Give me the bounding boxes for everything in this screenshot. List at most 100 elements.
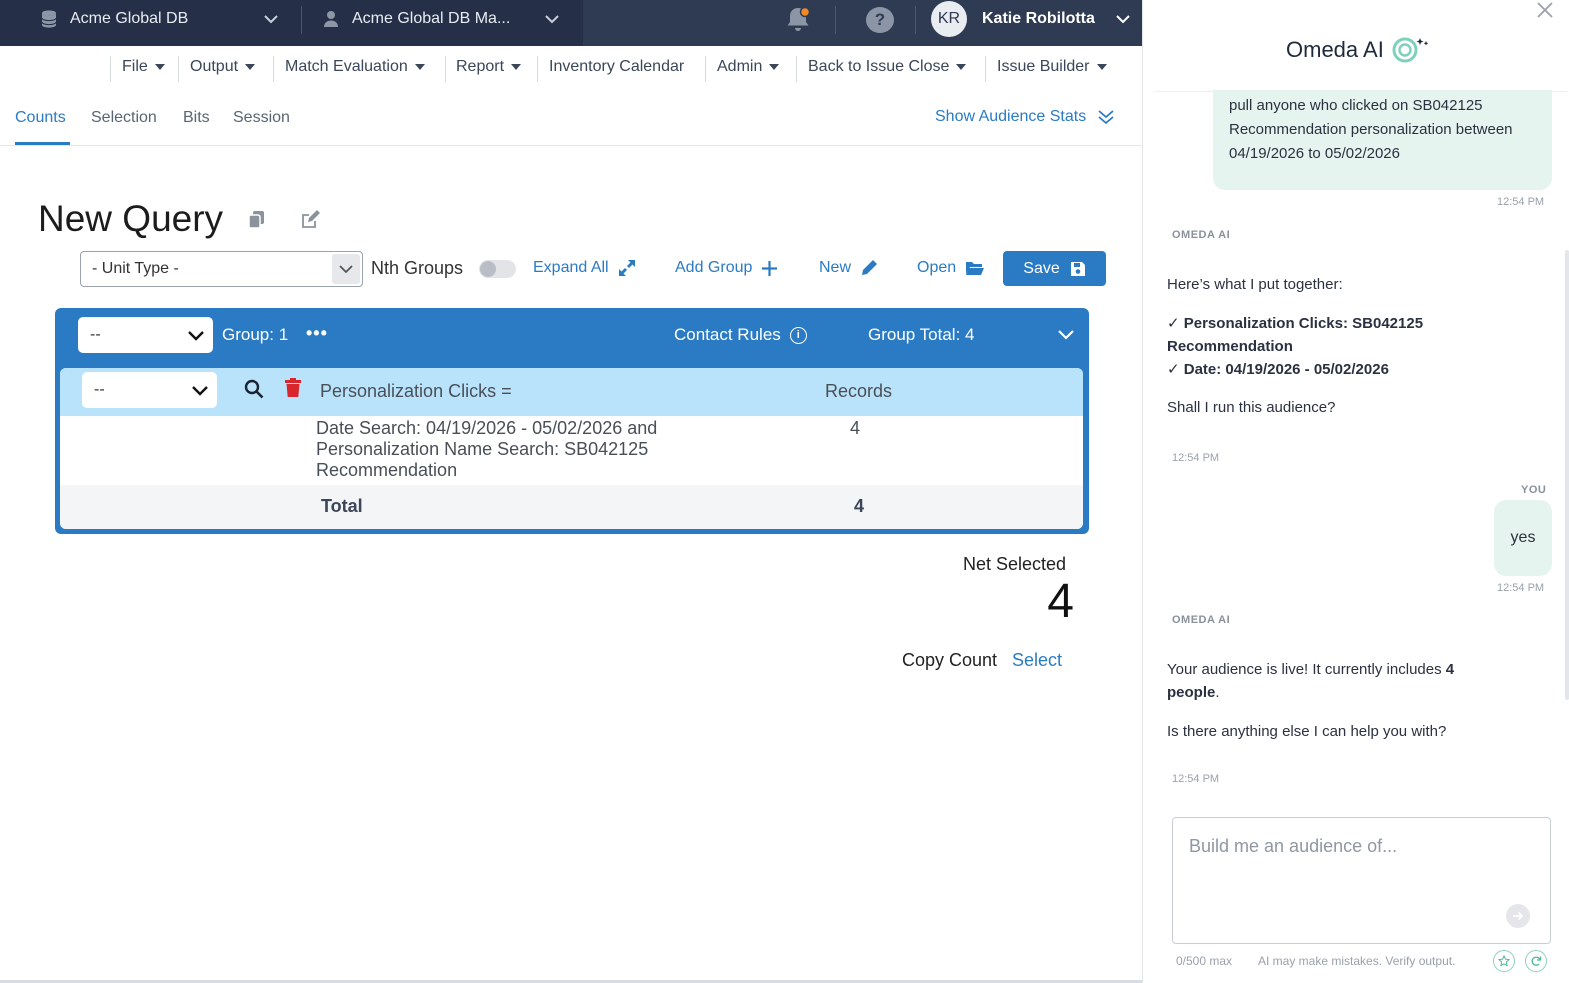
divider	[273, 56, 274, 82]
rule-name: Personalization Clicks =	[320, 381, 512, 401]
database-icon	[40, 10, 58, 28]
copy-icon[interactable]	[248, 210, 266, 230]
rule-record-count: 4	[850, 418, 861, 438]
unit-type-select[interactable]: - Unit Type -	[80, 251, 363, 287]
caret-down-icon	[769, 64, 780, 70]
chat-input[interactable]	[1173, 818, 1550, 943]
user-name[interactable]: Katie Robilotta	[982, 10, 1095, 28]
send-arrow-icon	[1513, 911, 1524, 921]
notification-bell-icon[interactable]	[785, 4, 813, 34]
caret-down-icon	[1096, 64, 1107, 70]
send-button[interactable]	[1506, 904, 1530, 928]
caret-down-icon	[414, 64, 425, 70]
menu-label: File	[122, 58, 148, 75]
avatar[interactable]: KR	[931, 1, 967, 37]
tab-counts[interactable]: Counts	[15, 109, 66, 127]
divider	[835, 6, 836, 34]
nth-groups-label: Nth Groups	[371, 258, 464, 278]
menu-bar: File Output Match Evaluation Report Inve…	[0, 46, 1142, 90]
user-message-text: yes	[1510, 529, 1536, 546]
chat-scrollbar[interactable]	[1565, 250, 1569, 700]
ai-sender-label: OMEDA AI	[1172, 614, 1231, 626]
message-timestamp: 12:54 PM	[1172, 452, 1220, 464]
floppy-disk-icon	[1070, 261, 1085, 276]
contact-rules-label: Contact Rules	[674, 325, 781, 344]
ai-message: Here’s what I put together: ✓ Personaliz…	[1167, 273, 1507, 419]
caret-down-icon	[154, 64, 165, 70]
favorite-prompts-button[interactable]	[1493, 950, 1515, 972]
reset-chat-button[interactable]	[1525, 950, 1547, 972]
menu-inventory-calendar[interactable]: Inventory Calendar	[549, 58, 684, 76]
chevron-down-icon	[188, 331, 204, 341]
total-value: 4	[854, 496, 865, 516]
help-icon[interactable]: ?	[866, 7, 894, 33]
rule-total-row: Total 4	[60, 485, 1083, 529]
menu-file[interactable]: File	[122, 58, 165, 76]
caret-down-icon	[956, 64, 967, 70]
group-operator-select[interactable]: --	[78, 317, 213, 353]
ai-result-text: Your audience is live! It currently incl…	[1167, 658, 1497, 704]
chevron-down-icon[interactable]	[1114, 10, 1132, 28]
summary-item-key: Personalization Clicks	[1183, 315, 1343, 332]
show-audience-stats-link[interactable]: Show Audience Stats	[935, 108, 1115, 126]
star-icon	[1498, 955, 1510, 967]
more-options-icon[interactable]: •••	[306, 323, 328, 344]
add-group-label: Add Group	[675, 259, 753, 276]
copy-count-select-link[interactable]: Select	[1012, 650, 1062, 671]
divider	[537, 56, 538, 82]
nth-groups-toggle[interactable]	[479, 260, 516, 278]
caret-down-icon	[511, 64, 522, 70]
search-icon[interactable]	[244, 379, 264, 399]
folder-open-icon	[966, 262, 985, 275]
tab-selection[interactable]: Selection	[91, 109, 157, 127]
message-timestamp: 12:54 PM	[1172, 773, 1220, 785]
contact-rules-button[interactable]: Contact Rules i	[674, 325, 807, 345]
ai-message: Your audience is live! It currently incl…	[1167, 658, 1497, 743]
menu-admin[interactable]: Admin	[717, 58, 780, 76]
menu-label: Match Evaluation	[285, 58, 408, 75]
divider	[110, 56, 111, 82]
summary-item-value: : 04/19/2026 - 05/02/2026	[1216, 361, 1389, 378]
ai-disclaimer: AI may make mistakes. Verify output.	[1258, 954, 1456, 968]
ai-logo-icon	[1392, 37, 1429, 63]
save-label: Save	[1023, 259, 1060, 277]
tab-bar: Counts Selection Bits Session Show Audie…	[0, 90, 1142, 146]
menu-output[interactable]: Output	[190, 58, 256, 76]
menu-issue-builder[interactable]: Issue Builder	[997, 58, 1107, 76]
database-selector[interactable]: Acme Global DB	[40, 0, 188, 38]
rule-operator-select[interactable]: --	[82, 372, 217, 408]
menu-report[interactable]: Report	[456, 58, 522, 76]
open-query-button[interactable]: Open	[917, 259, 985, 277]
message-timestamp: 12:54 PM	[1497, 582, 1545, 594]
rule-description: Date Search: 04/19/2026 - 05/02/2026 and…	[316, 418, 658, 480]
tab-session[interactable]: Session	[233, 109, 290, 127]
manager-selector[interactable]: Acme Global DB Ma...	[322, 0, 510, 38]
new-query-button[interactable]: New	[819, 259, 878, 277]
ai-panel-title: Omeda AI	[1286, 35, 1432, 65]
group-label: Group: 1	[222, 325, 289, 344]
trash-icon[interactable]	[285, 378, 301, 398]
unit-type-value: - Unit Type -	[92, 260, 179, 277]
menu-back-to-issue-close[interactable]: Back to Issue Close	[808, 58, 967, 76]
chevron-down-icon[interactable]	[262, 10, 280, 28]
add-group-button[interactable]: Add Group	[675, 259, 778, 277]
rule-header: -- Personalization Clicks = Records	[60, 368, 1083, 416]
expand-all-button[interactable]: Expand All	[533, 259, 636, 277]
char-count: 0/500 max	[1176, 954, 1233, 968]
ai-summary-item: ✓ Personalization Clicks: SB042125 Recom…	[1167, 315, 1424, 355]
close-icon[interactable]	[1535, 0, 1555, 20]
edit-icon[interactable]	[300, 210, 320, 230]
divider	[445, 56, 446, 82]
info-icon: i	[789, 326, 807, 344]
ai-result-text-part: Your audience is live! It currently incl…	[1167, 661, 1446, 678]
chevron-down-icon	[192, 386, 208, 396]
top-bar: Acme Global DB Acme Global DB Ma... ? KR…	[0, 0, 1142, 46]
collapse-group-chevron-icon[interactable]	[1057, 328, 1075, 342]
chevron-down-icon[interactable]	[543, 10, 561, 28]
user-icon	[322, 10, 340, 28]
menu-match-evaluation[interactable]: Match Evaluation	[285, 58, 425, 76]
plus-icon	[762, 260, 778, 276]
tab-bits[interactable]: Bits	[183, 109, 210, 127]
divider	[178, 56, 179, 82]
save-button[interactable]: Save	[1003, 251, 1106, 286]
